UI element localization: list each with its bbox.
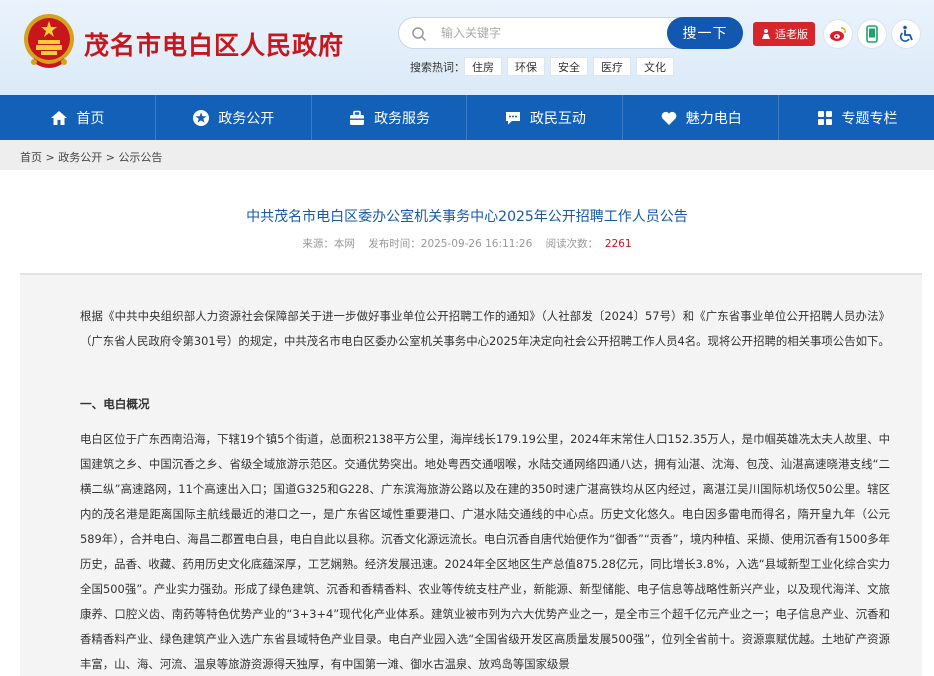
accessibility-icon <box>899 25 913 42</box>
search-icon <box>412 27 427 42</box>
hot-word-culture[interactable]: 文化 <box>636 57 674 76</box>
view-count: 2261 <box>604 238 632 250</box>
section-paragraph: 电白区位于广东西南沿海，下辖19个镇5个街道，总面积2138平方公里，海岸线长1… <box>80 432 890 671</box>
nav-label: 政务公开 <box>218 110 275 127</box>
elder-icon <box>762 29 770 39</box>
breadcrumb-gov-affairs[interactable]: 政务公开 <box>58 151 102 164</box>
breadcrumb-notices[interactable]: 公示公告 <box>118 151 162 164</box>
breadcrumb: 首页 > 政务公开 > 公示公告 <box>20 149 162 165</box>
hot-word-safety[interactable]: 安全 <box>550 57 588 76</box>
hot-words-list: 住房 环保 安全 医疗 文化 <box>464 57 674 76</box>
views-label: 阅读次数： <box>545 238 599 250</box>
site-header: 茂名市电白区人民政府 搜一下 适老版 <box>0 0 934 95</box>
article-date: 2025-09-26 16:11:26 <box>420 238 533 250</box>
section-heading: 一、电白概况 <box>80 397 150 411</box>
nav-label: 魅力电白 <box>685 110 742 127</box>
service-icon <box>350 110 365 125</box>
home-icon <box>51 110 68 125</box>
nav-label: 政民互动 <box>529 110 586 127</box>
search-input[interactable] <box>441 23 661 43</box>
date-label: 发布时间： <box>368 238 421 250</box>
heart-icon <box>661 111 677 125</box>
star-icon <box>193 109 210 126</box>
nav-item-charm-dianbai[interactable]: 魅力电白 <box>623 95 780 140</box>
elder-mode-label: 适老版 <box>775 28 808 41</box>
nav-label: 专题专栏 <box>841 110 898 127</box>
mobile-icon <box>866 25 878 43</box>
nav-item-home[interactable]: 首页 <box>0 95 156 140</box>
mobile-button[interactable] <box>858 20 886 48</box>
nav-item-gov-affairs[interactable]: 政务公开 <box>156 95 312 140</box>
source-label: 来源： <box>302 238 334 250</box>
national-emblem-icon[interactable] <box>22 12 76 70</box>
accessibility-button[interactable] <box>892 20 920 48</box>
chat-icon <box>505 111 520 124</box>
search-button[interactable]: 搜一下 <box>667 17 743 49</box>
article-intro-paragraph: 根据《中共中央组织部人力资源社会保障部关于进一步做好事业单位公开招聘工作的通知》… <box>80 309 890 348</box>
main-nav: 首页 政务公开 政务服务 政民互动 魅力电白 专题专栏 <box>0 95 934 140</box>
article-title: 中共茂名市电白区委办公室机关事务中心2025年公开招聘工作人员公告 <box>246 209 688 225</box>
hot-words-label: 搜索热词： <box>410 61 465 74</box>
weibo-button[interactable] <box>824 20 852 48</box>
column-icon <box>817 110 832 125</box>
article-source: 本网 <box>333 238 355 250</box>
breadcrumb-home[interactable]: 首页 <box>20 151 42 164</box>
article-body: 根据《中共中央组织部人力资源社会保障部关于进一步做好事业单位公开招聘工作的通知》… <box>20 275 922 676</box>
nav-item-gov-service[interactable]: 政务服务 <box>312 95 468 140</box>
article-meta: 来源：本网 发布时间：2025-09-26 16:11:26 阅读次数： 226… <box>0 236 934 251</box>
breadcrumb-separator: > <box>105 151 115 164</box>
breadcrumb-separator: > <box>45 151 55 164</box>
nav-label: 首页 <box>76 110 105 127</box>
elder-mode-button[interactable]: 适老版 <box>753 22 815 46</box>
hot-word-housing[interactable]: 住房 <box>464 57 502 76</box>
hot-word-medical[interactable]: 医疗 <box>593 57 631 76</box>
weibo-icon <box>830 27 846 41</box>
nav-label: 政务服务 <box>374 110 431 127</box>
hot-word-environment[interactable]: 环保 <box>507 57 545 76</box>
nav-item-interaction[interactable]: 政民互动 <box>467 95 624 140</box>
nav-item-special-column[interactable]: 专题专栏 <box>779 95 934 140</box>
site-title[interactable]: 茂名市电白区人民政府 <box>84 26 344 62</box>
breadcrumb-bar: 首页 > 政务公开 > 公示公告 <box>0 140 934 170</box>
